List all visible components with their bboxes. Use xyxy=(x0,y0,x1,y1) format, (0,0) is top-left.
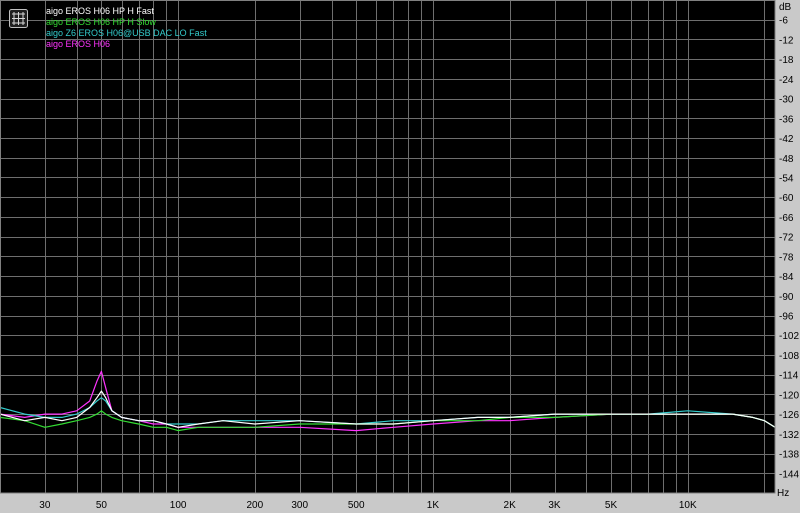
x-tick-label: 1K xyxy=(427,500,440,511)
legend-grid-icon xyxy=(9,9,28,28)
y-tick-label: -96 xyxy=(779,312,794,323)
x-tick-label: 200 xyxy=(246,500,263,511)
y-tick-label: -54 xyxy=(779,173,794,184)
y-tick-label: -108 xyxy=(779,351,799,362)
y-tick-label: -18 xyxy=(779,55,794,66)
x-tick-label: 50 xyxy=(96,500,108,511)
y-axis-unit: dB xyxy=(779,2,792,13)
x-tick-label: 5K xyxy=(605,500,618,511)
x-tick-label: 10K xyxy=(679,500,697,511)
legend-entry: aigo Z6 EROS H06@USB DAC LO Fast xyxy=(46,28,207,38)
y-tick-label: -102 xyxy=(779,331,799,342)
y-tick-label: -84 xyxy=(779,272,794,283)
x-tick-label: 100 xyxy=(170,500,187,511)
y-tick-label: -6 xyxy=(779,16,788,27)
legend-entry: aigo EROS H06 HP H Fast xyxy=(46,6,154,16)
y-tick-label: -126 xyxy=(779,410,799,421)
y-tick-label: -24 xyxy=(779,75,794,86)
y-tick-label: -90 xyxy=(779,292,794,303)
y-tick-label: -42 xyxy=(779,134,794,145)
x-axis-unit: Hz xyxy=(777,488,789,499)
x-tick-label: 500 xyxy=(348,500,365,511)
x-tick-label: 2K xyxy=(504,500,517,511)
x-tick-label: 30 xyxy=(39,500,51,511)
legend-entry: aigo EROS H06 xyxy=(46,39,110,49)
y-tick-label: -48 xyxy=(779,154,794,165)
y-tick-label: -132 xyxy=(779,430,799,441)
y-tick-label: -144 xyxy=(779,469,799,480)
y-tick-label: -66 xyxy=(779,213,794,224)
y-tick-label: -36 xyxy=(779,114,794,125)
y-tick-label: -120 xyxy=(779,390,799,401)
y-tick-label: -138 xyxy=(779,450,799,461)
y-tick-label: -12 xyxy=(779,35,794,46)
y-tick-label: -72 xyxy=(779,233,794,244)
y-tick-label: -114 xyxy=(779,371,799,382)
x-tick-label: 300 xyxy=(291,500,308,511)
x-tick-label: 3K xyxy=(548,500,561,511)
spectrum-chart: dB -6 -12 -18 -24 -30 -36 -42 -48 -54 -60 -66 -72 -78… xyxy=(0,0,800,513)
y-tick-label: -78 xyxy=(779,252,794,263)
y-tick-label: -30 xyxy=(779,95,794,106)
legend-entry: aigo EROS H06 HP H Slow xyxy=(46,17,156,27)
y-tick-label: -60 xyxy=(779,193,794,204)
